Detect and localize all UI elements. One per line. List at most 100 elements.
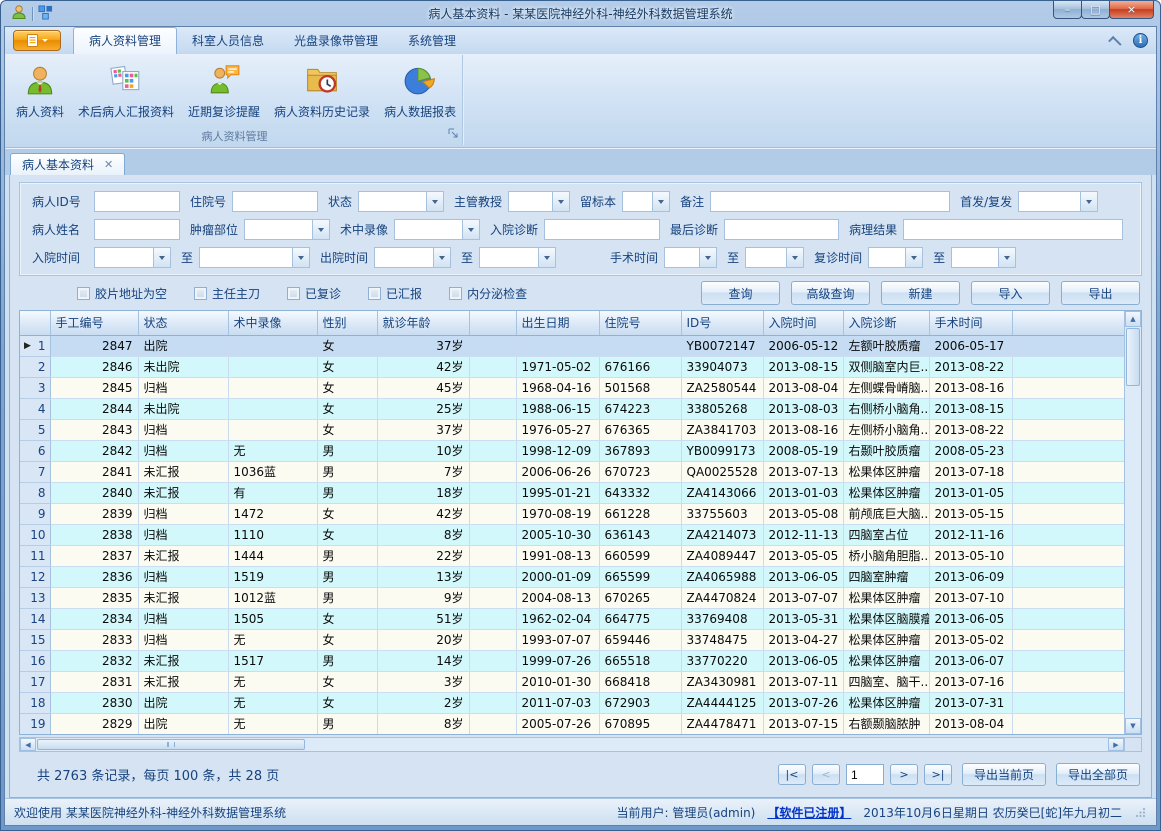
cell-birth-date[interactable]: 1998-12-09: [516, 440, 599, 461]
maximize-button[interactable]: □: [1081, 1, 1110, 19]
cell-birth-date[interactable]: 1988-06-15: [516, 398, 599, 419]
cell-surgery-video[interactable]: 无: [228, 713, 317, 734]
patient-history-button[interactable]: 病人资料历史记录: [267, 58, 377, 122]
cell-status[interactable]: 未出院: [138, 398, 228, 419]
cell-status[interactable]: 出院: [138, 713, 228, 734]
scroll-right-icon[interactable]: ▶: [1108, 738, 1124, 751]
table-row[interactable]: 32845归档女45岁1968-04-16501568ZA25805442013…: [20, 377, 1126, 398]
table-row[interactable]: 62842归档无男10岁1998-12-09367893YB0099173200…: [20, 440, 1126, 461]
cell-surgery-video[interactable]: 有: [228, 482, 317, 503]
cell-id-no[interactable]: 33755603: [681, 503, 763, 524]
cell-id-no[interactable]: YB0099173: [681, 440, 763, 461]
director-surgeon-checkbox[interactable]: 主任主刀: [194, 285, 260, 302]
cell-id-no[interactable]: ZA4065988: [681, 566, 763, 587]
discharge-date-to-combo[interactable]: [479, 247, 556, 268]
cell-admission-diagnosis[interactable]: 四脑室肿瘤: [843, 566, 929, 587]
app-person-icon[interactable]: [11, 4, 27, 23]
ribbon-tab-disc-tape-management[interactable]: 光盘录像带管理: [279, 27, 393, 54]
patient-name-input[interactable]: [94, 219, 180, 240]
cell-id-no[interactable]: 33748475: [681, 629, 763, 650]
cell-manual-no[interactable]: 2838: [50, 524, 138, 545]
cell-visit-age[interactable]: 42岁: [377, 356, 469, 377]
checkbox-icon[interactable]: [77, 287, 90, 300]
column-header-status[interactable]: 状态: [138, 311, 228, 335]
cell-admission-date[interactable]: 2012-11-13: [763, 524, 843, 545]
cell-visit-age[interactable]: 25岁: [377, 398, 469, 419]
cell-status[interactable]: 归档: [138, 608, 228, 629]
cell-admission-diagnosis[interactable]: 右额颞脑脓肿: [843, 713, 929, 734]
cell-admission-diagnosis[interactable]: 松果体区肿瘤: [843, 629, 929, 650]
dialog-launcher-icon[interactable]: [448, 128, 459, 142]
cell-admission-diagnosis[interactable]: 松果体区肿瘤: [843, 650, 929, 671]
cell-birth-date[interactable]: 1991-08-13: [516, 545, 599, 566]
cell-admission-date[interactable]: 2013-08-16: [763, 419, 843, 440]
table-row[interactable]: 152833归档无女20岁1993-07-0765944633748475201…: [20, 629, 1126, 650]
cell-admission-date[interactable]: 2013-08-03: [763, 398, 843, 419]
row-header[interactable]: 8: [20, 482, 50, 503]
chevron-down-icon[interactable]: [312, 220, 329, 239]
column-header-admission-date[interactable]: 入院时间: [763, 311, 843, 335]
cell-admission-date[interactable]: 2013-08-04: [763, 377, 843, 398]
cell-visit-age[interactable]: 9岁: [377, 587, 469, 608]
vertical-scrollbar[interactable]: ▲ ▼: [1124, 311, 1141, 734]
cell-admission-date[interactable]: 2013-07-11: [763, 671, 843, 692]
cell-id-no[interactable]: ZA4444125: [681, 692, 763, 713]
cell-admission-no[interactable]: 676166: [599, 356, 681, 377]
cell-sex[interactable]: 女: [317, 335, 377, 356]
row-header[interactable]: 14: [20, 608, 50, 629]
cell-sex[interactable]: 女: [317, 377, 377, 398]
row-header[interactable]: 4: [20, 398, 50, 419]
vertical-scroll-thumb[interactable]: [1126, 328, 1140, 386]
cell-sex[interactable]: 女: [317, 503, 377, 524]
cell-status[interactable]: 归档: [138, 566, 228, 587]
cell-surgery-date[interactable]: 2013-08-04: [929, 713, 1012, 734]
prev-page-button[interactable]: <: [812, 764, 840, 785]
status-combo[interactable]: [358, 191, 444, 212]
cell-visit-age[interactable]: 20岁: [377, 629, 469, 650]
cell-sex[interactable]: 男: [317, 650, 377, 671]
cell-status[interactable]: 未汇报: [138, 545, 228, 566]
cell-surgery-video[interactable]: 1444: [228, 545, 317, 566]
cell-admission-diagnosis[interactable]: 右颞叶胶质瘤: [843, 440, 929, 461]
cell-admission-diagnosis[interactable]: 左侧桥小脑角...: [843, 419, 929, 440]
chevron-down-icon[interactable]: [538, 248, 555, 267]
tumor-site-combo[interactable]: [244, 219, 330, 240]
cell-visit-age[interactable]: 45岁: [377, 377, 469, 398]
row-header[interactable]: 7: [20, 461, 50, 482]
followup-date-from-combo[interactable]: [868, 247, 923, 268]
cell-visit-age[interactable]: 13岁: [377, 566, 469, 587]
cell-status[interactable]: 未汇报: [138, 671, 228, 692]
cell-visit-age[interactable]: 7岁: [377, 461, 469, 482]
surgery-date-to-combo-input[interactable]: [746, 248, 786, 267]
chief-professor-combo-input[interactable]: [509, 192, 552, 211]
cell-sex[interactable]: 男: [317, 713, 377, 734]
table-row[interactable]: 82840未汇报有男18岁1995-01-21643332ZA414306620…: [20, 482, 1126, 503]
cell-id-no[interactable]: ZA4214073: [681, 524, 763, 545]
chevron-down-icon[interactable]: [292, 248, 309, 267]
cell-surgery-date[interactable]: 2013-07-18: [929, 461, 1012, 482]
cell-birth-date[interactable]: 1970-08-19: [516, 503, 599, 524]
cell-surgery-video[interactable]: 1110: [228, 524, 317, 545]
close-button[interactable]: ×: [1109, 1, 1154, 19]
cell-manual-no[interactable]: 2837: [50, 545, 138, 566]
cell-birth-date[interactable]: 2010-01-30: [516, 671, 599, 692]
cell-admission-date[interactable]: 2013-04-27: [763, 629, 843, 650]
cell-surgery-date[interactable]: 2013-08-16: [929, 377, 1012, 398]
cell-manual-no[interactable]: 2839: [50, 503, 138, 524]
cell-sex[interactable]: 男: [317, 440, 377, 461]
cell-visit-age[interactable]: 14岁: [377, 650, 469, 671]
column-header-admission-diagnosis[interactable]: 入院诊断: [843, 311, 929, 335]
cell-admission-diagnosis[interactable]: 左侧蝶骨嵴脑...: [843, 377, 929, 398]
chief-professor-combo[interactable]: [508, 191, 570, 212]
cell-admission-no[interactable]: 672903: [599, 692, 681, 713]
cell-manual-no[interactable]: 2840: [50, 482, 138, 503]
cell-surgery-date[interactable]: 2013-07-16: [929, 671, 1012, 692]
cell-admission-diagnosis[interactable]: 松果体区脑膜瘤: [843, 608, 929, 629]
cell-admission-diagnosis[interactable]: 桥小脑角胆脂...: [843, 545, 929, 566]
cell-surgery-video[interactable]: 无: [228, 671, 317, 692]
row-header[interactable]: 11: [20, 545, 50, 566]
cell-admission-diagnosis[interactable]: 松果体区肿瘤: [843, 482, 929, 503]
advanced-query-button[interactable]: 高级查询: [791, 281, 870, 305]
cell-admission-no[interactable]: 670895: [599, 713, 681, 734]
export-current-page-button[interactable]: 导出当前页: [962, 763, 1046, 786]
